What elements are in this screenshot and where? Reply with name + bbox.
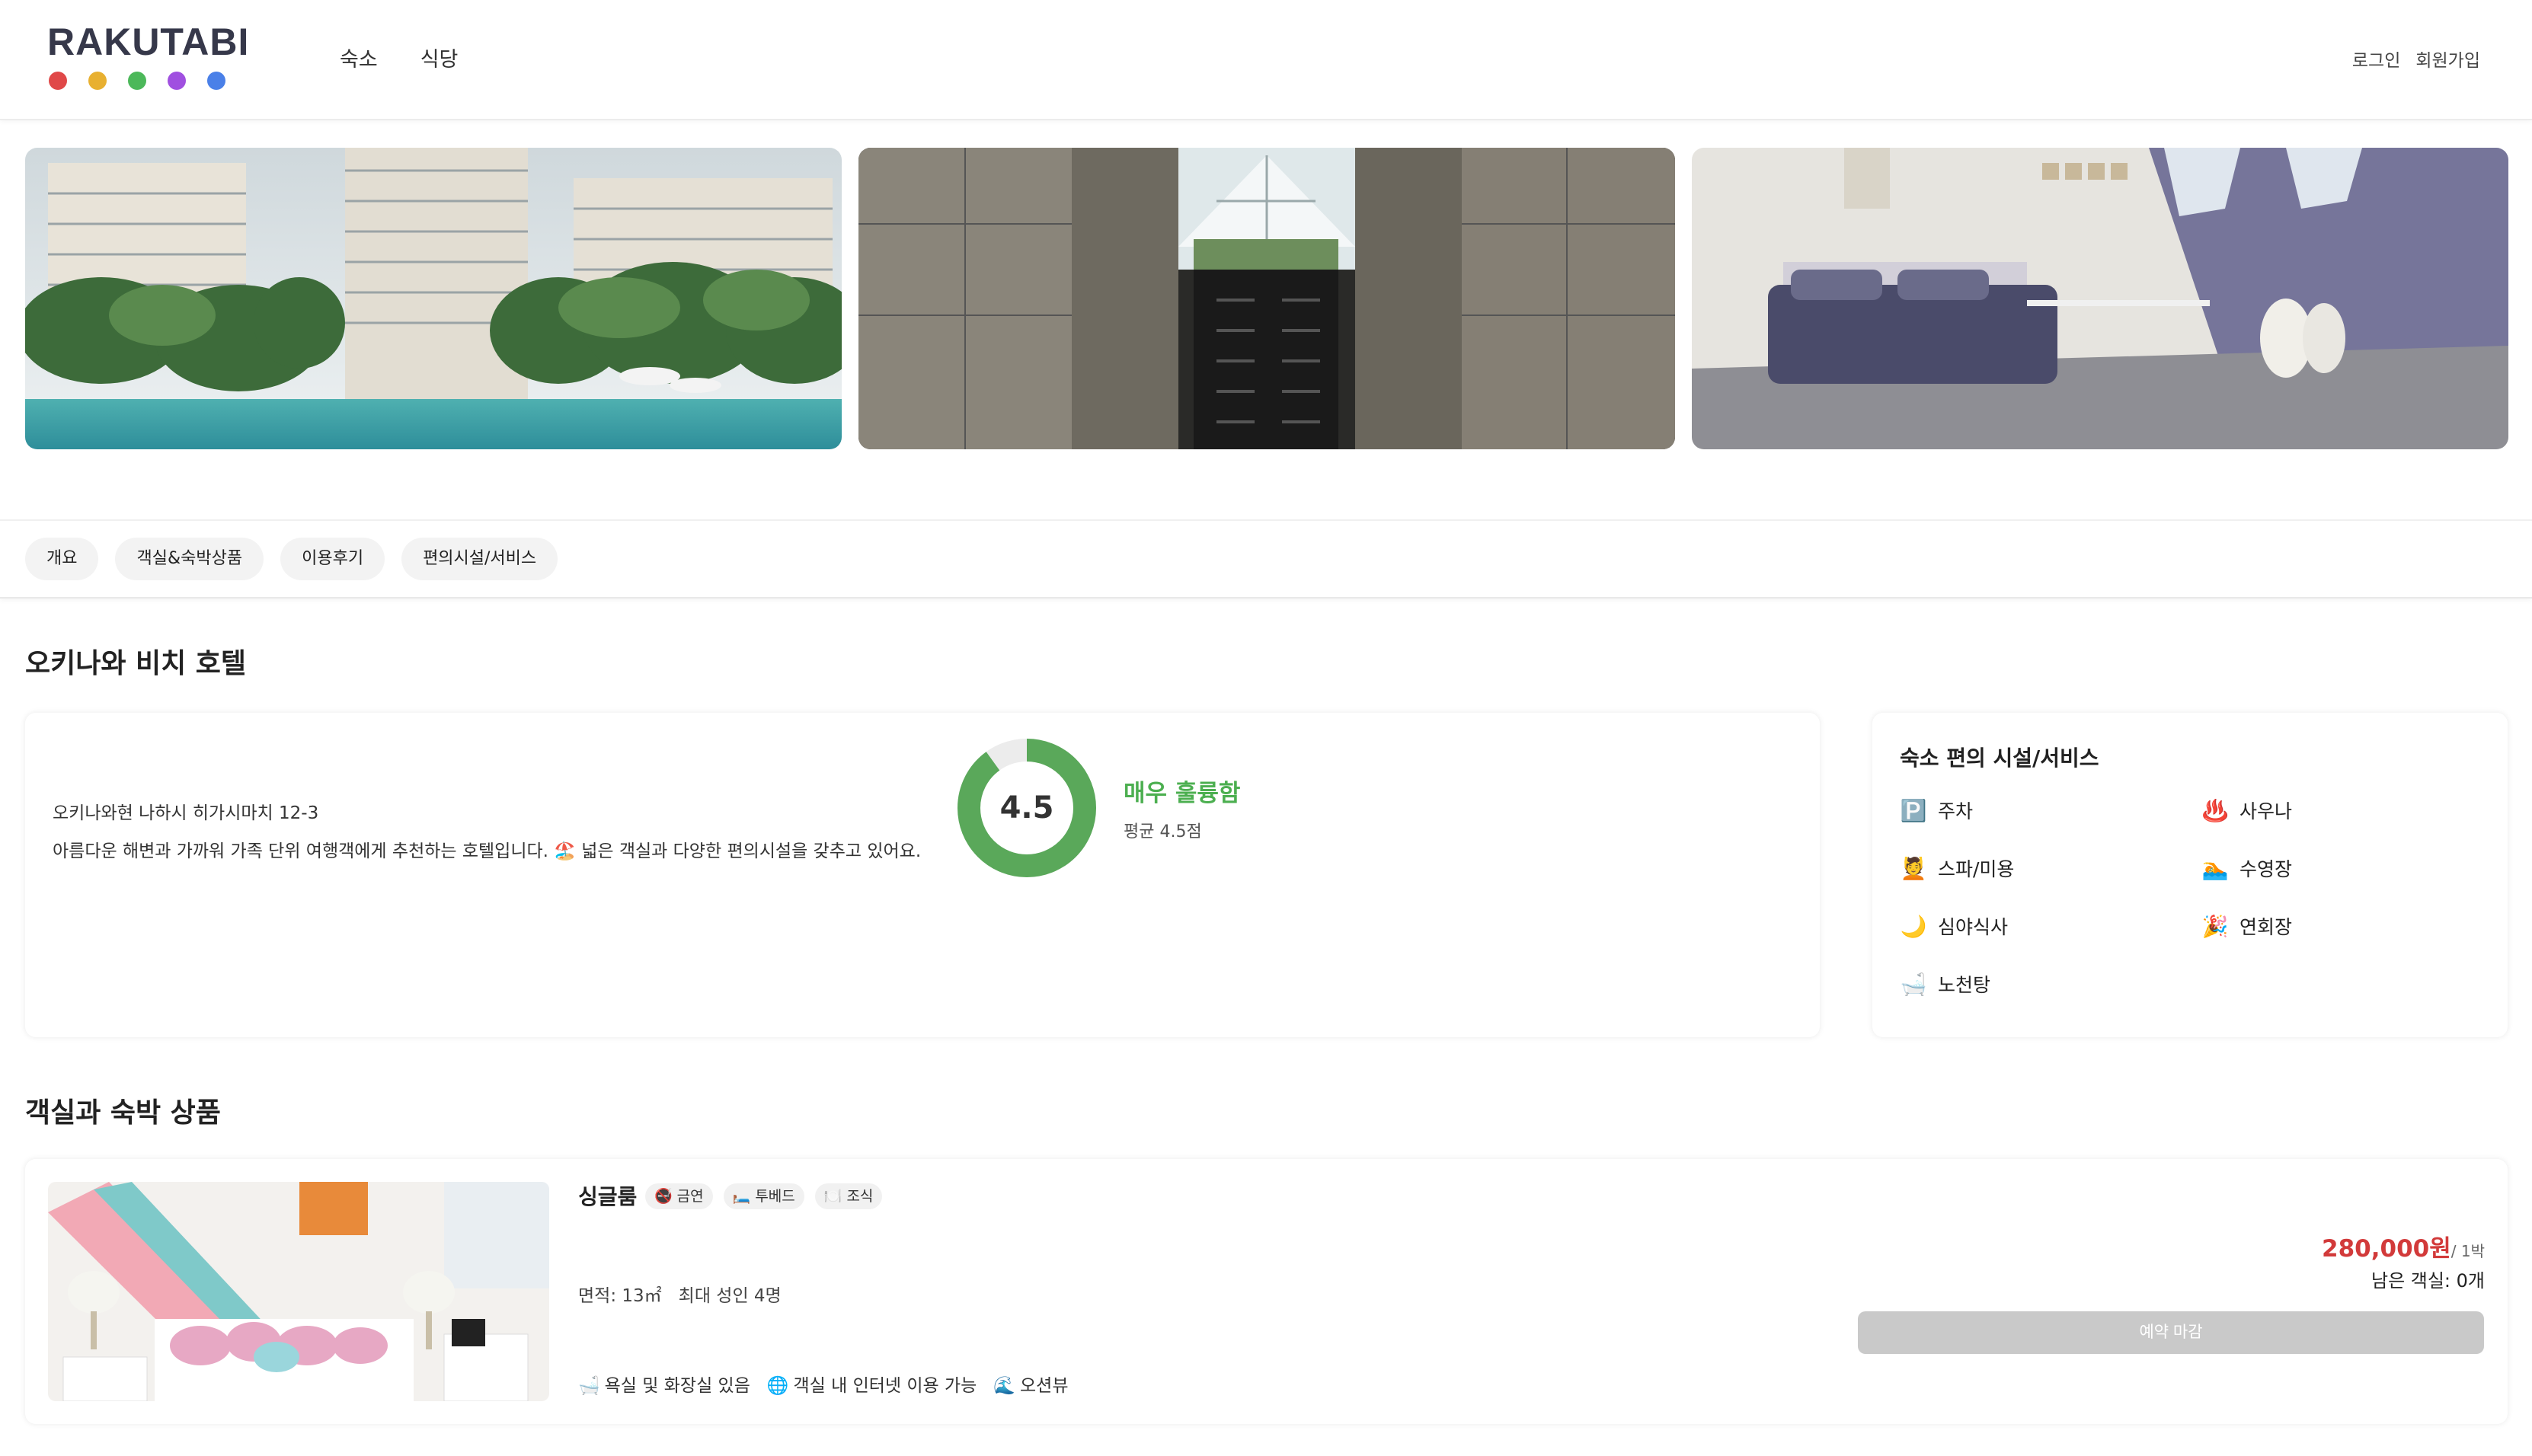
room-price-line: 280,000원/ 1박 [2322, 1229, 2485, 1263]
amenity-bathroom: 🛁 욕실 및 화장실 있음 [578, 1371, 750, 1397]
facility-label: 심야식사 [1938, 916, 2009, 938]
top-header: RAKUTABI 숙소 식당 로그인 회원가입 [0, 0, 2532, 120]
tab-reviews[interactable]: 이용후기 [280, 538, 385, 580]
facility-label: 연회장 [2239, 916, 2293, 938]
attic-bedroom-photo[interactable] [1692, 148, 2508, 449]
room-badges: 🚭 금연 🛏️ 투베드 🍽️ 조식 [645, 1183, 883, 1209]
facility-label: 사우나 [2239, 800, 2293, 822]
moon-icon: 🌙 [1900, 913, 1927, 939]
auth-links: 로그인 회원가입 [2352, 46, 2480, 72]
badge-label: 조식 [846, 1188, 874, 1205]
room-price: 280,000원 [2322, 1235, 2451, 1263]
reserve-closed-button[interactable]: 예약 마감 [1858, 1311, 2484, 1354]
escalator-atrium-photo[interactable] [858, 148, 1675, 449]
facility-label: 노천탕 [1938, 974, 1991, 996]
party-icon: 🎉 [2201, 913, 2229, 939]
ocean-icon: 🌊 [993, 1376, 1015, 1396]
amenity-internet: 🌐 객실 내 인터넷 이용 가능 [767, 1371, 977, 1397]
amenity-label: 오션뷰 [1020, 1376, 1069, 1396]
login-link[interactable]: 로그인 [2352, 46, 2400, 72]
badge-label: 투베드 [755, 1188, 795, 1205]
room-name: 싱글룸 [578, 1184, 638, 1209]
facility-label: 주차 [1938, 800, 1974, 822]
bed-icon: 🛏️ [732, 1188, 751, 1205]
rating-ring: 4.5 [957, 739, 1096, 877]
breakfast-icon: 🍽️ [823, 1188, 842, 1205]
hotel-description: 아름다운 해변과 가까워 가족 단위 여행객에게 추천하는 호텔입니다. 🏖️ … [53, 841, 922, 861]
room-amenities: 🛁 욕실 및 화장실 있음 🌐 객실 내 인터넷 이용 가능 🌊 오션뷰 [578, 1371, 1068, 1397]
facility-parking: 🅿️ 주차 [1900, 797, 1973, 824]
amenity-ocean-view: 🌊 오션뷰 [993, 1371, 1068, 1397]
logo-dot-red [49, 72, 67, 90]
room-card: 싱글룸 🚭 금연 🛏️ 투베드 🍽️ 조식 면적: 13㎡ 최대 성인 4명 🛁… [25, 1159, 2508, 1424]
badge-label: 금연 [676, 1188, 704, 1205]
logo-dot-purple [168, 72, 186, 90]
internet-icon: 🌐 [766, 1376, 789, 1396]
facility-sauna: ♨️ 사우나 [2201, 797, 2292, 824]
amenity-label: 객실 내 인터넷 이용 가능 [793, 1376, 977, 1396]
price-per-night: / 1박 [2450, 1242, 2485, 1260]
hotel-name: 오키나와 비치 호텔 [25, 648, 247, 679]
spa-icon: 💆 [1900, 855, 1927, 881]
hotel-info-card: 오키나와현 나하시 히가시마치 12-3 아름다운 해변과 가까워 가족 단위 … [25, 713, 1820, 1037]
bathroom-icon: 🛁 [578, 1376, 600, 1396]
facility-label: 스파/미용 [1938, 858, 2015, 880]
rating-label: 매우 훌륭함 [1124, 780, 1241, 807]
facilities-card: 숙소 편의 시설/서비스 🅿️ 주차 ♨️ 사우나 💆 스파/미용 🏊 수영장 … [1872, 713, 2508, 1037]
facility-banquet: 🎉 연회장 [2201, 912, 2292, 940]
logo[interactable]: RAKUTABI [47, 20, 249, 90]
pool-icon: 🏊 [2201, 855, 2229, 881]
sauna-icon: ♨️ [2201, 797, 2229, 823]
tab-facilities[interactable]: 편의시설/서비스 [401, 538, 558, 580]
signup-link[interactable]: 회원가입 [2415, 46, 2480, 72]
amenity-label: 욕실 및 화장실 있음 [604, 1376, 750, 1396]
section-tabs-bar: 개요 객실&숙박상품 이용후기 편의시설/서비스 [0, 519, 2532, 599]
hotel-address: 오키나와현 나하시 히가시마치 12-3 [53, 803, 319, 823]
room-capacity: 최대 성인 4명 [678, 1286, 782, 1306]
nav-item-lodging[interactable]: 숙소 [340, 43, 378, 72]
facility-spa: 💆 스파/미용 [1900, 854, 2015, 882]
tab-overview[interactable]: 개요 [25, 538, 99, 580]
rating-score: 4.5 [999, 790, 1054, 825]
photo-gallery [25, 148, 2508, 449]
room-photo[interactable] [48, 1182, 549, 1401]
logo-dot-green [128, 72, 146, 90]
tab-rooms[interactable]: 객실&숙박상품 [115, 538, 264, 580]
nav-item-restaurant[interactable]: 식당 [420, 43, 459, 72]
facility-late-dining: 🌙 심야식사 [1900, 912, 2008, 940]
facility-pool: 🏊 수영장 [2201, 854, 2292, 882]
rooms-remaining: 남은 객실: 0개 [2371, 1270, 2485, 1292]
logo-dot-blue [207, 72, 225, 90]
main-nav: 숙소 식당 [340, 43, 458, 72]
facilities-title: 숙소 편의 시설/서비스 [1900, 746, 2099, 771]
badge-breakfast: 🍽️ 조식 [814, 1183, 883, 1209]
logo-dot-yellow [88, 72, 107, 90]
room-area: 면적: 13㎡ [578, 1286, 662, 1306]
bath-icon: 🛁 [1900, 971, 1927, 997]
parking-icon: 🅿️ [1900, 797, 1927, 823]
rooms-section-title: 객실과 숙박 상품 [25, 1097, 221, 1129]
badge-no-smoking: 🚭 금연 [645, 1183, 713, 1209]
rating-average: 평균 4.5점 [1124, 822, 1202, 841]
logo-dots [49, 72, 249, 90]
resort-pool-photo[interactable] [25, 148, 842, 449]
facility-open-bath: 🛁 노천탕 [1900, 970, 1990, 998]
no-smoking-icon: 🚭 [654, 1188, 673, 1205]
logo-text[interactable]: RAKUTABI [47, 20, 249, 64]
facility-label: 수영장 [2239, 858, 2293, 880]
section-tabs: 개요 객실&숙박상품 이용후기 편의시설/서비스 [25, 538, 558, 580]
room-specs: 면적: 13㎡ 최대 성인 4명 [578, 1281, 782, 1307]
badge-twin-bed: 🛏️ 투베드 [723, 1183, 804, 1209]
